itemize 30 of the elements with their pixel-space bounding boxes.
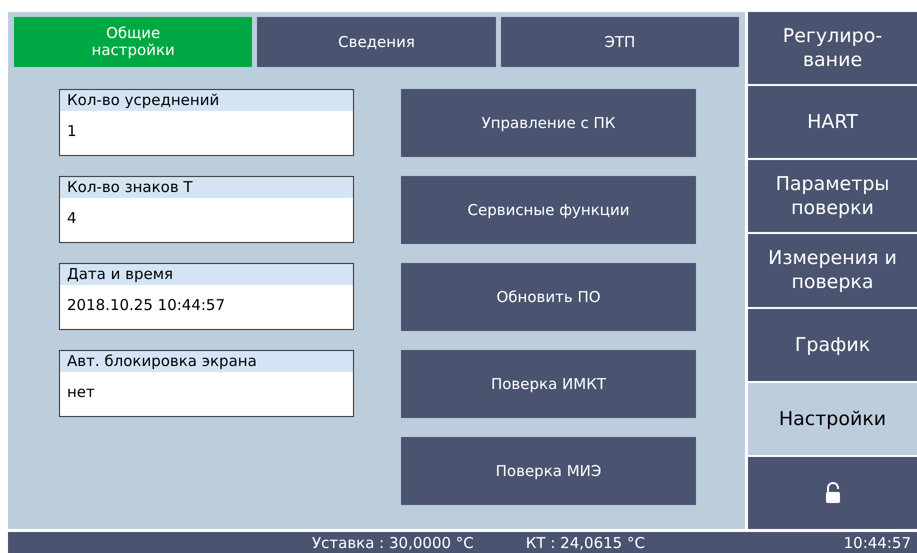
field-label: Кол-во знаков Т bbox=[60, 177, 353, 198]
settings-field[interactable]: Авт. блокировка экрана нет bbox=[59, 350, 354, 417]
settings-field[interactable]: Кол-во усреднений 1 bbox=[59, 89, 354, 156]
sidebar-item[interactable]: Настройки bbox=[748, 382, 917, 455]
menu-button[interactable]: Сервисные функции bbox=[401, 176, 696, 244]
clock: 10:44:57 bbox=[844, 532, 911, 552]
menu-button[interactable]: Управление с ПК bbox=[401, 89, 696, 157]
menu-button[interactable]: Обновить ПО bbox=[401, 263, 696, 331]
unlocked-padlock-icon bbox=[824, 482, 840, 504]
tab[interactable]: Сведения bbox=[257, 17, 496, 67]
field-value: 4 bbox=[66, 208, 78, 229]
sidebar-item[interactable]: Параметры поверки bbox=[748, 160, 917, 232]
tab[interactable]: ЭТП bbox=[500, 17, 739, 67]
sidebar-item[interactable]: Регулиро- вание bbox=[748, 12, 917, 84]
settings-field[interactable]: Кол-во знаков Т 4 bbox=[59, 176, 354, 243]
setpoint-reading: Уставка : 30,0000 °C bbox=[312, 532, 474, 552]
field-label: Кол-во усреднений bbox=[60, 90, 353, 111]
field-value: 1 bbox=[66, 121, 78, 142]
field-value: нет bbox=[66, 382, 96, 403]
kt-reading: КТ : 24,0615 °C bbox=[526, 532, 645, 552]
sidebar-item[interactable]: Измерения и поверка bbox=[748, 234, 917, 307]
sidebar-item[interactable]: График bbox=[748, 308, 917, 381]
field-label: Авт. блокировка экрана bbox=[60, 351, 353, 372]
field-label: Дата и время bbox=[60, 264, 353, 285]
menu-button[interactable]: Поверка ИМКТ bbox=[401, 350, 696, 418]
sidebar-item[interactable]: HART bbox=[748, 86, 917, 158]
field-value: 2018.10.25 10:44:57 bbox=[66, 295, 226, 316]
menu-button[interactable]: Поверка МИЭ bbox=[401, 437, 696, 505]
lock-button[interactable] bbox=[748, 456, 917, 529]
settings-field[interactable]: Дата и время 2018.10.25 10:44:57 bbox=[59, 263, 354, 330]
